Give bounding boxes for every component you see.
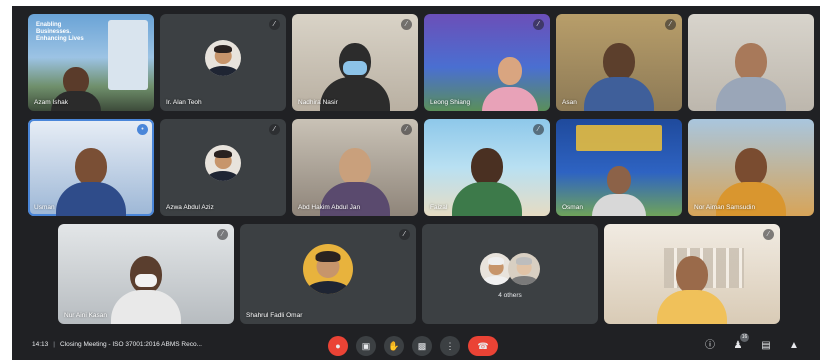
raise-hand-icon: ✋ [388,341,400,351]
participant-video [481,51,538,111]
participant-name: Osman [562,204,583,211]
participant-name: Azwa Abdul Aziz [166,204,214,211]
participant-name: Usman [34,204,55,211]
participant-video [452,136,522,216]
participant-video [592,162,646,216]
camera-icon: ▣ [361,341,371,351]
speaking-indicator-icon: • [137,124,148,135]
mic-toggle-button[interactable]: ● [328,336,348,356]
participant-tile[interactable]: Nor Aiman Samsudin [688,119,814,216]
people-button[interactable]: ♟ 16 [730,333,749,354]
participant-name: Nadhira Nasir [298,99,338,106]
chat-button[interactable]: ▤ [758,338,774,354]
participant-tile[interactable]: ⁄ Leong Shiang [424,14,550,111]
meeting-details-button[interactable]: ⓘ [702,338,718,354]
participant-tile[interactable]: ⁄ Abd Hakim Abdul Jan [292,119,418,216]
participant-tile[interactable]: • Usman [28,119,154,216]
avatar [508,253,541,285]
participant-name: Shahrul Fadli Omar [246,312,303,319]
hang-up-icon: ☎ [477,341,489,351]
meeting-info: 14:13 | Closing Meeting - ISO 37001:2016 A… [32,341,202,348]
face-mask [135,274,157,287]
participant-video [716,31,786,111]
participant-tile[interactable]: ⁄ Ir. Alan Teoh [160,14,286,111]
participant-tile[interactable]: ⁄ Shahrul Fadli Omar [240,224,416,324]
participant-video [111,244,181,324]
people-count-badge: 16 [740,333,749,342]
activities-button[interactable]: ▲ [786,338,802,354]
participant-tile[interactable]: ⁄ Faizal [424,119,550,216]
raise-hand-button[interactable]: ✋ [384,336,404,356]
mic-off-icon: ⁄ [399,229,410,240]
mic-off-icon: ⁄ [401,124,412,135]
mic-off-icon: ⁄ [269,19,280,30]
participant-tile[interactable]: ⁄ Azwa Abdul Aziz [160,119,286,216]
participant-tile[interactable]: 4 others [422,224,598,324]
participant-name: Leong Shiang [430,99,471,106]
participant-name: Ir. Alan Teoh [166,99,202,106]
participant-name: Asan [562,99,577,106]
chat-icon: ▤ [761,340,771,351]
mic-off-icon: ⁄ [533,124,544,135]
meeting-time: 14:13 [32,341,49,348]
participant-name: Nur Aini Kasan [64,312,107,319]
participant-name: Azam Ishak [34,99,68,106]
participant-name: 4 others [498,292,522,299]
mic-off-icon: ● [335,341,341,351]
building-graphic [108,20,148,90]
avatar [205,144,241,181]
mic-off-icon: ⁄ [401,19,412,30]
participant-video [657,244,727,324]
participant-tile[interactable]: Enabling Businesses. Enhancing Lives Aza… [28,14,154,111]
more-options-button[interactable]: ⋮ [440,336,460,356]
participant-tile[interactable]: ⁄ Asan [556,14,682,111]
participant-name: Abd Hakim Abdul Jan [298,204,361,211]
participant-tile[interactable]: Osman [556,119,682,216]
participant-video [56,136,126,216]
meeting-window: Enabling Businesses. Enhancing Lives Aza… [12,6,820,360]
avatar [303,244,353,294]
control-bar: 14:13 | Closing Meeting - ISO 37001:2016 A… [12,332,820,360]
separator: | [53,341,55,348]
banner-graphic [576,125,662,151]
info-icon: ⓘ [705,340,715,351]
participant-tile[interactable]: ⁄ [604,224,780,324]
face-mask [343,61,367,75]
present-screen-icon: ▩ [417,341,427,351]
participant-tile[interactable]: ⁄ Nadhira Nasir [292,14,418,111]
hang-up-button[interactable]: ☎ [468,336,498,356]
participant-video [584,31,654,111]
people-icon: ♟ [733,340,743,351]
avatar [205,39,241,76]
camera-toggle-button[interactable]: ▣ [356,336,376,356]
participant-tile[interactable] [688,14,814,111]
meeting-title: Closing Meeting - ISO 37001:2016 ABMS Re… [59,341,202,348]
mic-off-icon: ⁄ [269,124,280,135]
participant-name: Nor Aiman Samsudin [694,204,756,211]
mic-off-icon: ⁄ [665,19,676,30]
present-button[interactable]: ▩ [412,336,432,356]
participant-name: Faizal [430,204,448,211]
mic-off-icon: ⁄ [763,229,774,240]
mic-off-icon: ⁄ [533,19,544,30]
participant-tile[interactable]: ⁄ Nur Aini Kasan [58,224,234,324]
tile-banner: Enabling Businesses. Enhancing Lives [36,22,84,42]
activities-icon: ▲ [789,340,799,351]
more-options-icon: ⋮ [445,341,455,351]
mic-off-icon: ⁄ [217,229,228,240]
